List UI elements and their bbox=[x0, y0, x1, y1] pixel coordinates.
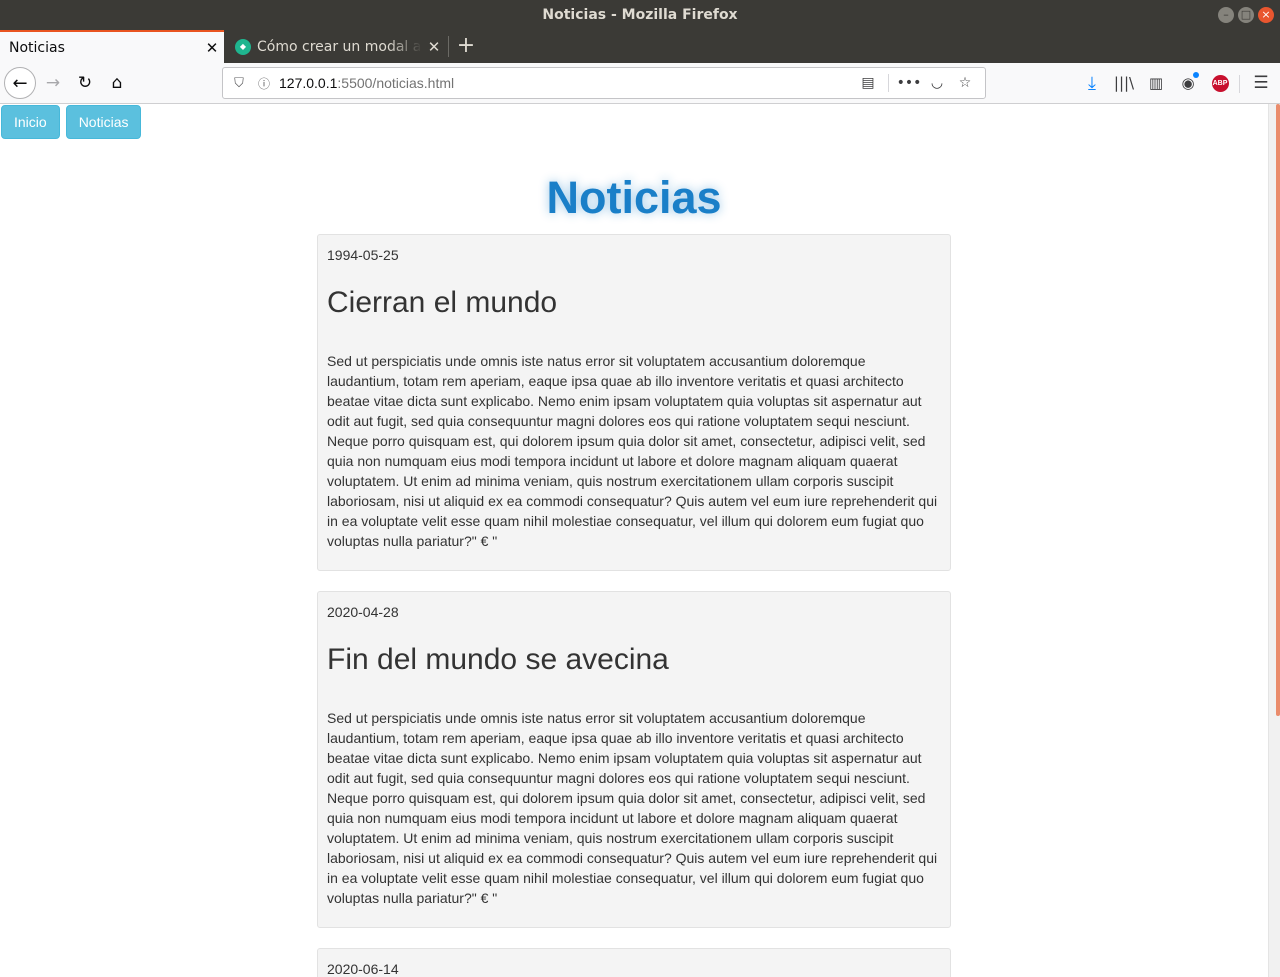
page-viewport: Inicio Noticias Noticias 1994-05-25 Cier… bbox=[0, 104, 1268, 977]
toolbar-separator bbox=[1239, 75, 1240, 93]
news-date: 2020-04-28 bbox=[327, 604, 399, 620]
news-date: 1994-05-25 bbox=[327, 247, 399, 263]
news-date: 2020-06-14 bbox=[327, 961, 399, 977]
minimize-button[interactable]: – bbox=[1218, 7, 1234, 23]
page-actions-icon[interactable]: ••• bbox=[895, 75, 923, 91]
site-favicon-icon: ◆ bbox=[235, 38, 251, 55]
page-scrollbar[interactable] bbox=[1268, 104, 1280, 977]
url-divider bbox=[888, 74, 889, 92]
page-title: Noticias bbox=[546, 172, 722, 223]
news-title: Cierran el mundo bbox=[327, 286, 558, 319]
site-nav: Inicio Noticias bbox=[1, 105, 142, 139]
news-body: Sed ut perspiciatis unde omnis iste natu… bbox=[327, 710, 938, 906]
url-bar[interactable]: ⛉ ⓘ 127.0.0.1:5500/noticias.html ▤ ••• ◡… bbox=[222, 67, 986, 99]
site-info-icon[interactable]: ⓘ bbox=[253, 75, 275, 92]
tab-bar: Noticias ✕ ◆ Cómo crear un modal a parti… bbox=[0, 30, 1280, 63]
inicio-button[interactable]: Inicio bbox=[1, 105, 60, 139]
tab-separator bbox=[448, 36, 449, 57]
sidebar-icon[interactable]: ▥ bbox=[1140, 67, 1172, 99]
adblock-plus-icon[interactable]: ABP bbox=[1204, 67, 1236, 99]
tab-modal-article[interactable]: ◆ Cómo crear un modal a partir ✕ bbox=[226, 30, 446, 63]
abp-badge: ABP bbox=[1211, 74, 1229, 92]
hamburger-menu-icon[interactable]: ☰ bbox=[1245, 67, 1277, 99]
window-titlebar: Noticias - Mozilla Firefox – □ × bbox=[0, 0, 1280, 30]
new-tab-icon[interactable]: + bbox=[450, 30, 482, 63]
window-controls: – □ × bbox=[1218, 7, 1274, 23]
forward-arrow-icon[interactable]: → bbox=[37, 67, 69, 99]
url-host: 127.0.0.1 bbox=[279, 75, 338, 91]
back-arrow-icon[interactable]: ← bbox=[4, 67, 36, 99]
url-text[interactable]: 127.0.0.1:5500/noticias.html bbox=[279, 75, 454, 91]
bookmark-star-icon[interactable]: ☆ bbox=[951, 75, 979, 91]
notification-dot bbox=[1193, 72, 1199, 78]
maximize-button[interactable]: □ bbox=[1238, 7, 1254, 23]
library-icon[interactable]: |||\ bbox=[1108, 67, 1140, 99]
tab-label: Noticias bbox=[9, 39, 65, 56]
reload-icon[interactable]: ↻ bbox=[69, 67, 101, 99]
download-icon[interactable]: ⤓ bbox=[1076, 67, 1108, 99]
url-path: :5500/noticias.html bbox=[337, 75, 455, 91]
tab-close-icon[interactable]: ✕ bbox=[200, 39, 224, 57]
tracking-shield-icon[interactable]: ⛉ bbox=[225, 75, 253, 91]
url-actions: ▤ ••• ◡ ☆ bbox=[854, 68, 979, 98]
tab-label: Cómo crear un modal a partir bbox=[257, 38, 422, 55]
tab-noticias[interactable]: Noticias ✕ bbox=[0, 30, 224, 63]
noticias-button[interactable]: Noticias bbox=[65, 105, 142, 139]
tab-close-icon[interactable]: ✕ bbox=[422, 38, 446, 56]
home-icon[interactable]: ⌂ bbox=[101, 67, 133, 99]
reader-view-icon[interactable]: ▤ bbox=[854, 75, 882, 91]
news-list: 1994-05-25 Cierran el mundo Sed ut persp… bbox=[317, 234, 951, 977]
account-icon[interactable]: ◉ bbox=[1172, 67, 1204, 99]
navigation-toolbar: ← → ↻ ⌂ ⛉ ⓘ 127.0.0.1:5500/noticias.html… bbox=[0, 63, 1280, 104]
news-title: Fin del mundo se avecina bbox=[327, 643, 669, 676]
window-title: Noticias - Mozilla Firefox bbox=[542, 7, 738, 23]
news-card: 1994-05-25 Cierran el mundo Sed ut persp… bbox=[317, 234, 951, 571]
pocket-icon[interactable]: ◡ bbox=[923, 75, 951, 91]
scrollbar-thumb[interactable] bbox=[1276, 104, 1280, 716]
news-card: 2020-06-14 bbox=[317, 948, 951, 977]
news-card: 2020-04-28 Fin del mundo se avecina Sed … bbox=[317, 591, 951, 928]
close-window-button[interactable]: × bbox=[1258, 7, 1274, 23]
news-body: Sed ut perspiciatis unde omnis iste natu… bbox=[327, 353, 938, 549]
